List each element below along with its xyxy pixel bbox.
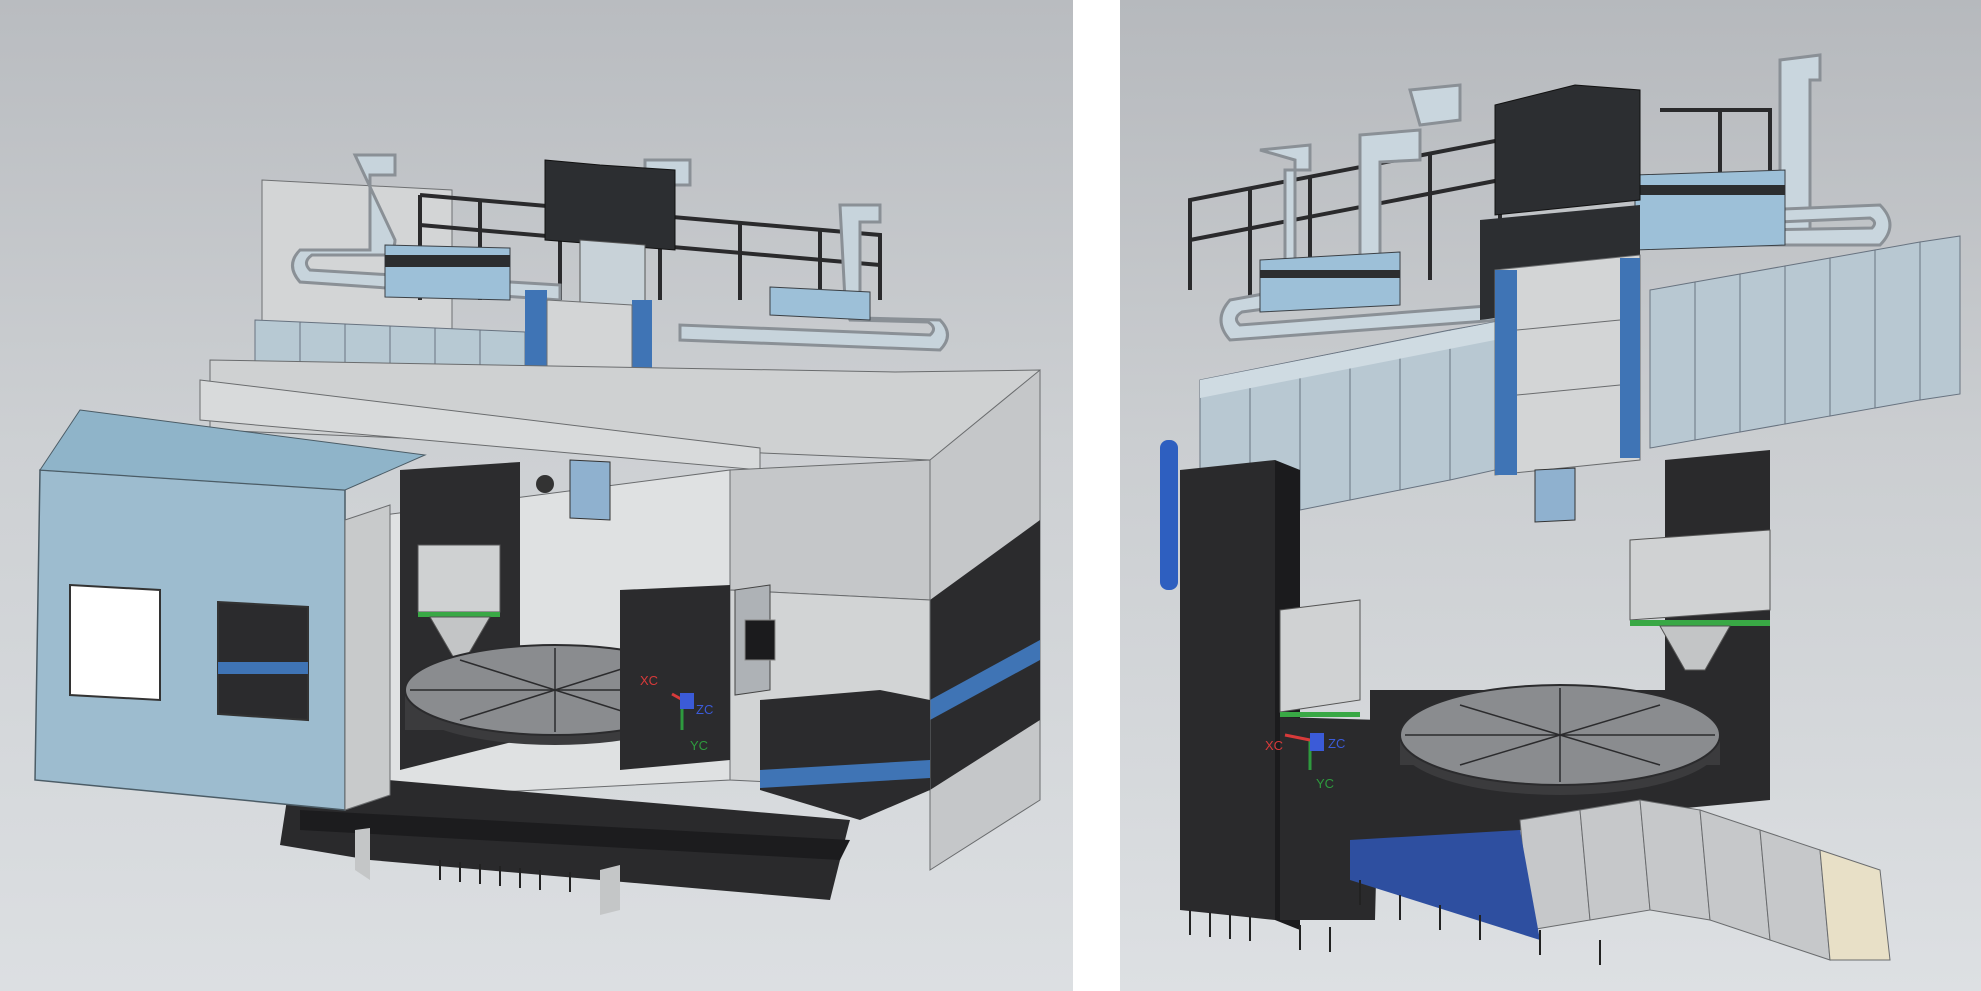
door-window-left bbox=[69, 583, 161, 702]
axis-label-z: ZC bbox=[696, 702, 713, 717]
enclosed-machine-view: XC YC ZC bbox=[0, 0, 1073, 991]
spindle-head bbox=[544, 159, 676, 251]
spindle-ram bbox=[1534, 467, 1576, 523]
drive-motor bbox=[384, 244, 511, 301]
spindle-ram bbox=[569, 459, 611, 521]
axis-label-x: XC bbox=[1265, 738, 1283, 753]
drive-motor bbox=[769, 286, 871, 321]
seal-green bbox=[418, 612, 500, 617]
axis-label-y: YC bbox=[690, 738, 708, 753]
control-screen bbox=[744, 619, 776, 661]
panel-divider bbox=[1073, 0, 1120, 991]
axis-label-y: YC bbox=[1316, 776, 1334, 791]
gantry-machine-view: XC YC ZC bbox=[1120, 0, 1981, 991]
left-column bbox=[1180, 460, 1275, 920]
drive-motor bbox=[1634, 169, 1786, 251]
spindle-head bbox=[1494, 84, 1641, 216]
enclosed-machine-render: XC YC ZC bbox=[34, 153, 1041, 915]
telescopic-covers bbox=[1519, 799, 1831, 961]
door-window-right bbox=[217, 600, 309, 722]
base-rail bbox=[1350, 830, 1540, 940]
saddle-accent bbox=[1495, 270, 1517, 475]
saddle-accent bbox=[1620, 258, 1640, 458]
control-pedestal bbox=[760, 690, 930, 820]
drive-motor bbox=[1259, 251, 1401, 313]
axis-label-z: ZC bbox=[1328, 736, 1345, 751]
axis-label-x: XC bbox=[640, 673, 658, 688]
gantry-machine-render: XC YC ZC bbox=[1160, 53, 1961, 965]
counterbalance-cylinder bbox=[1160, 440, 1178, 590]
